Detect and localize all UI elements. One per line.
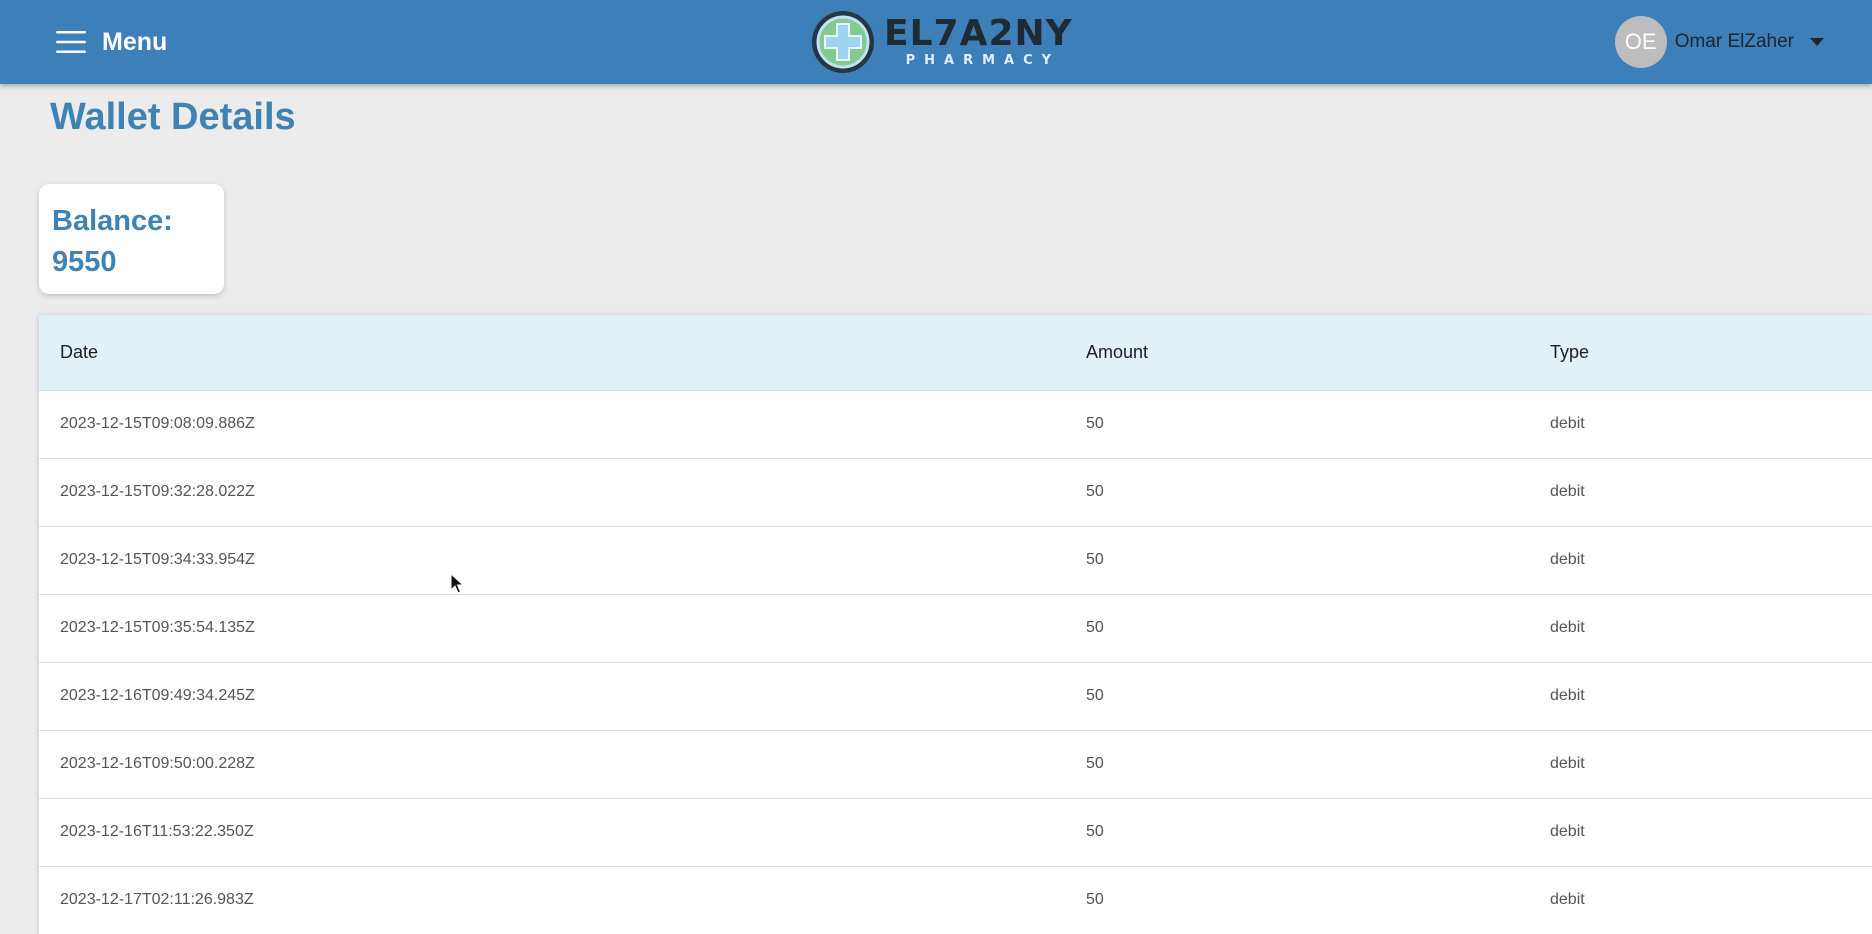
cell-date: 2023-12-17T02:11:26.983Z (60, 891, 254, 909)
cell-date: 2023-12-15T09:08:09.886Z (60, 415, 255, 432)
cell-date: 2023-12-16T09:49:34.245Z (60, 687, 255, 704)
table-header-row: Date Amount Type (39, 315, 1872, 390)
cell-amount: 50 (1086, 823, 1104, 840)
cell-amount: 50 (1086, 687, 1104, 704)
cell-amount: 50 (1086, 415, 1104, 432)
menu-label: Menu (102, 27, 168, 56)
cell-type: debit (1550, 891, 1585, 909)
column-header-type[interactable]: Type (1529, 315, 1872, 390)
top-app-bar: Menu EL7A2NY PHARMACY OE Omar ElZaher (0, 0, 1872, 84)
cell-type: debit (1550, 687, 1585, 704)
table-row: 2023-12-15T09:35:54.135Z 50 debit (39, 594, 1872, 662)
table-row: 2023-12-16T11:53:22.350Z 50 debit (39, 798, 1872, 866)
cell-date: 2023-12-15T09:35:54.135Z (60, 619, 255, 636)
balance-value: 9550 (52, 246, 117, 278)
cell-amount: 50 (1086, 619, 1104, 636)
page-title: Wallet Details (50, 96, 296, 138)
table-row: 2023-12-15T09:32:28.022Z 50 debit (39, 458, 1872, 526)
mouse-pointer-icon (450, 573, 464, 594)
cell-date: 2023-12-15T09:34:33.954Z (60, 551, 255, 568)
table-row: 2023-12-17T02:11:26.983Z 50 debit (39, 866, 1872, 934)
cell-amount: 50 (1086, 483, 1104, 500)
avatar[interactable]: OE (1614, 16, 1667, 68)
table-row: 2023-12-15T09:34:33.954Z 50 debit (39, 526, 1872, 594)
cell-date: 2023-12-15T09:32:28.022Z (60, 483, 255, 500)
table-row: 2023-12-16T09:49:34.245Z 50 debit (39, 662, 1872, 730)
cell-amount: 50 (1086, 891, 1104, 909)
cell-type: debit (1550, 755, 1585, 772)
balance-label: Balance: (52, 205, 173, 237)
wallet-transactions-table: Date Amount Type 2023-12-15T09:08:09.886… (39, 315, 1872, 934)
cell-type: debit (1550, 823, 1585, 840)
cell-amount: 50 (1086, 755, 1104, 772)
cell-type: debit (1550, 483, 1585, 500)
cell-type: debit (1550, 551, 1585, 568)
cell-amount: 50 (1086, 551, 1104, 568)
table-row: 2023-12-15T09:08:09.886Z 50 debit (39, 390, 1872, 458)
cell-date: 2023-12-16T11:53:22.350Z (60, 823, 254, 840)
medical-cross-logo-icon (812, 11, 874, 73)
user-name[interactable]: Omar ElZaher (1675, 31, 1794, 53)
balance-card: Balance: 9550 (39, 184, 224, 294)
cell-type: debit (1550, 619, 1585, 636)
cell-type: debit (1550, 415, 1585, 432)
logo-name: EL7A2NY (884, 13, 1073, 54)
table-row: 2023-12-16T09:50:00.228Z 50 debit (39, 730, 1872, 798)
menu-button[interactable]: Menu (56, 22, 167, 62)
hamburger-icon (56, 31, 86, 53)
logo-subtitle: PHARMACY (905, 53, 1061, 68)
cell-date: 2023-12-16T09:50:00.228Z (60, 755, 255, 772)
user-menu[interactable]: OE Omar ElZaher (1614, 16, 1824, 68)
column-header-date[interactable]: Date (39, 315, 1065, 390)
caret-down-icon[interactable] (1810, 38, 1824, 46)
column-header-amount[interactable]: Amount (1065, 315, 1529, 390)
pharmacy-logo[interactable]: EL7A2NY PHARMACY (810, 9, 1073, 75)
